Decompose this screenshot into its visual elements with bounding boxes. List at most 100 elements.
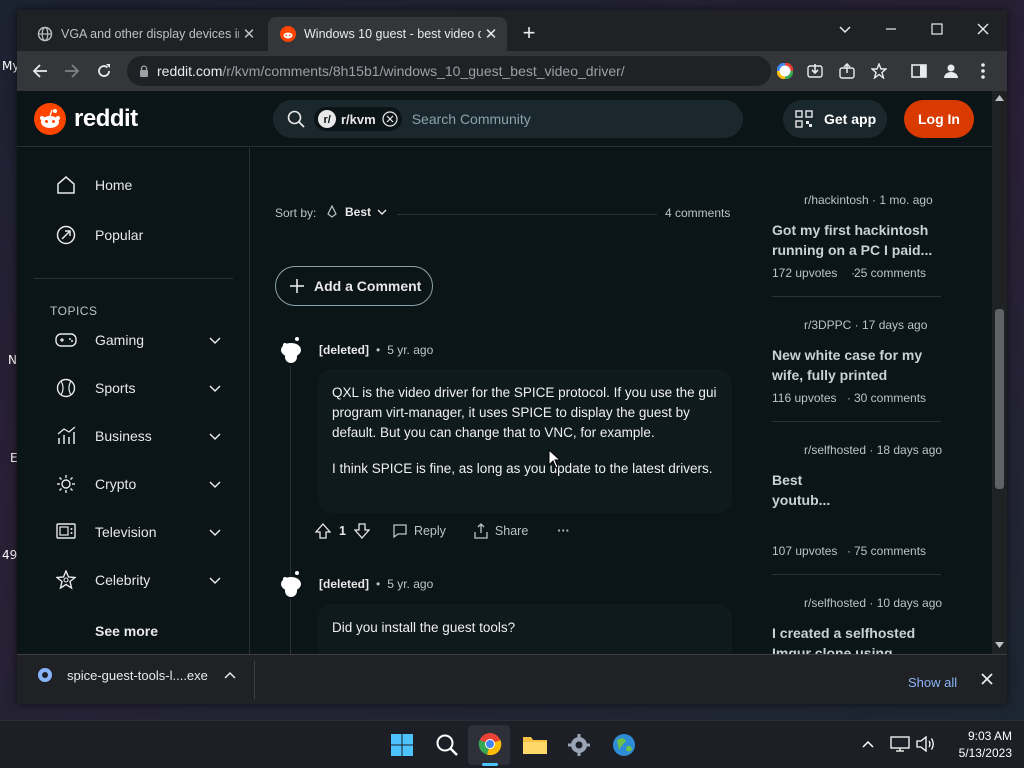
settings-gear-icon[interactable] [567,733,591,757]
chevron-down-icon[interactable] [208,429,222,443]
menu-kebab-icon[interactable] [973,61,993,81]
nav-label: Television [95,524,157,540]
desktop-icon-label[interactable]: N [8,353,17,367]
separator: · [847,391,851,405]
comment-actions: 1 Reply Share ··· [315,523,570,539]
speech-bubble-icon [392,523,408,539]
tab-windows10-guest[interactable]: Windows 10 guest - best video d ✕ [268,17,507,51]
thread-line [290,599,291,654]
baseball-icon [55,377,77,399]
topic-business[interactable]: Business [55,425,152,447]
minimize-button[interactable] [868,15,914,43]
side-panel-icon[interactable] [909,61,929,81]
reddit-logo[interactable]: reddit [34,103,138,135]
nav-popular[interactable]: Popular [55,224,143,246]
share-button[interactable]: Share [473,523,528,539]
close-tab-icon[interactable]: ✕ [481,25,501,43]
nav-label: Popular [95,227,144,243]
download-shelf: spice-guest-tools-l....exe Show all [17,654,1007,704]
chevron-up-icon[interactable] [224,671,236,679]
search-icon[interactable] [435,733,459,757]
more-options-button[interactable]: ··· [557,524,570,538]
topic-crypto[interactable]: Crypto [55,473,136,495]
scrollbar-thumb[interactable] [995,309,1004,489]
topic-gaming[interactable]: Gaming [55,329,144,351]
celebrity-star-icon [55,569,77,591]
nav-home[interactable]: Home [55,174,132,196]
comment-age: 5 yr. ago [387,577,434,591]
topic-television[interactable]: Television [55,521,156,543]
volume-icon[interactable] [916,735,936,753]
chevron-down-icon[interactable] [208,381,222,395]
topics-heading: TOPICS [50,304,98,318]
chevron-up-icon[interactable] [862,740,874,748]
scroll-down-icon[interactable] [995,642,1004,648]
file-explorer-icon[interactable] [522,734,548,756]
close-icon[interactable] [981,673,993,685]
nav-label: Sports [95,380,136,396]
reddit-wordmark: reddit [74,105,138,132]
share-page-icon[interactable] [837,61,857,81]
sort-dropdown[interactable]: Best [325,205,387,219]
network-icon[interactable] [890,735,910,753]
upvote-icon[interactable] [315,523,331,539]
windows-start-icon[interactable] [390,733,414,757]
page-scrollbar[interactable] [992,91,1007,654]
tab-search-icon[interactable] [822,15,868,43]
search-icon [287,110,305,128]
clock-time[interactable]: 9:03 AM [948,729,1012,743]
download-item[interactable]: spice-guest-tools-l....exe [37,667,236,683]
close-tab-icon[interactable]: ✕ [239,25,259,43]
search-placeholder: Search Community [411,111,531,127]
get-app-button[interactable]: Get app [783,100,887,138]
community-chip-label: r/kvm [341,111,376,127]
downvote-icon[interactable] [353,523,370,539]
nav-label: Celebrity [95,572,151,588]
reply-button[interactable]: Reply [392,523,446,539]
topic-sports[interactable]: Sports [55,377,135,399]
google-lens-icon[interactable] [775,61,795,81]
television-icon [55,521,77,543]
comment-text: QXL is the video driver for the SPICE pr… [332,385,717,440]
bookmark-star-icon[interactable] [869,61,889,81]
forward-arrow-icon[interactable] [62,61,82,81]
clock-date[interactable]: 5/13/2023 [940,746,1012,760]
chevron-down-icon[interactable] [208,477,222,491]
nav-label: Business [95,428,152,444]
tab-vga-display[interactable]: VGA and other display devices in ✕ [25,17,265,51]
chrome-icon[interactable] [478,732,502,756]
clear-chip-icon[interactable] [382,111,398,127]
scroll-up-icon[interactable] [995,95,1004,101]
address-bar[interactable]: reddit.com/r/kvm/comments/8h15b1/windows… [127,56,771,86]
browser-toolbar: reddit.com/r/kvm/comments/8h15b1/windows… [17,51,1007,91]
chevron-down-icon[interactable] [208,573,222,587]
new-tab-button[interactable]: + [517,22,541,46]
related-meta: r/hackintosh · 1 mo. ago [804,193,933,207]
rocket-icon [325,205,339,219]
network-globe-icon[interactable] [611,732,637,758]
topic-celebrity[interactable]: Celebrity [55,569,150,591]
comment-body: QXL is the video driver for the SPICE pr… [318,369,732,513]
share-icon [473,523,489,539]
add-comment-button[interactable]: Add a Comment [275,266,433,306]
maximize-button[interactable] [914,15,960,43]
see-more-button[interactable]: See more [95,623,158,639]
chevron-down-icon [377,207,387,217]
reload-icon[interactable] [94,61,114,81]
show-all-button[interactable]: Show all [908,675,957,690]
chevron-down-icon[interactable] [208,333,222,347]
separator: · [847,544,851,558]
chevron-down-icon[interactable] [208,525,222,539]
profile-icon[interactable] [941,61,961,81]
comment-text: I think SPICE is fine, as long as you up… [332,461,713,476]
back-arrow-icon[interactable] [30,61,50,81]
community-search-bar[interactable]: r/ r/kvm Search Community [273,100,743,138]
browser-titlebar: VGA and other display devices in ✕ Windo… [17,10,1007,51]
popular-icon [55,224,77,246]
tab-title: VGA and other display devices in [61,27,239,41]
community-chip[interactable]: r/ r/kvm [314,107,402,131]
close-window-button[interactable] [960,15,1006,43]
thread-line [290,366,291,586]
install-app-icon[interactable] [805,61,825,81]
log-in-button[interactable]: Log In [904,100,974,138]
